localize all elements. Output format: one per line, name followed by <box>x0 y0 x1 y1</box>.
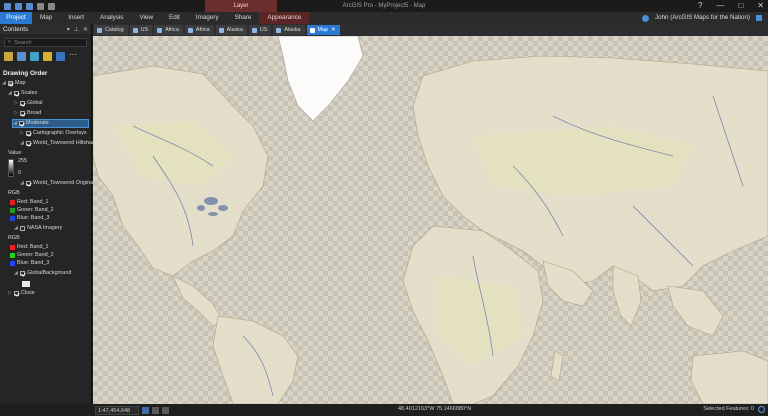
tab-us-1[interactable]: US <box>129 25 153 35</box>
hillshade-ramp <box>8 159 14 177</box>
list-by-editing-icon[interactable] <box>43 52 52 61</box>
layer-context-tab[interactable]: Layer <box>205 0 277 12</box>
south-america-landmass <box>212 315 299 404</box>
map-icon <box>157 27 163 33</box>
tab-alaska-1[interactable]: Alaska <box>215 25 247 35</box>
contents-header: Contents ▾ ⊥ ✕ <box>0 24 91 34</box>
ribbon-tabs: Project Map Insert Analysis View Edit Im… <box>0 12 768 24</box>
refresh-icon[interactable] <box>758 406 765 413</box>
coordinate-readout: 48.4012163°W 75.1466880°N <box>398 406 472 412</box>
tab-us-2[interactable]: US <box>248 25 272 35</box>
dropdown-icon[interactable]: ▾ <box>67 26 70 33</box>
help-icon[interactable]: ? <box>698 1 702 11</box>
tree-item-broad[interactable]: ▷ Broad <box>14 109 41 118</box>
central-america-landmass <box>172 275 224 327</box>
tab-close-icon: ✕ <box>331 27 336 33</box>
map-tabs: Catalog US Africa Africa Alaska US Alask… <box>93 24 768 36</box>
map-icon <box>276 27 282 33</box>
bell-icon[interactable] <box>756 15 762 21</box>
pin-icon[interactable]: ⊥ <box>74 26 79 33</box>
status-bar: 1:47,454,648 48.4012163°W 75.1466880°N S… <box>93 404 768 416</box>
tree-item-close[interactable]: ▷ Close <box>8 289 35 298</box>
search-icon: ⌕ <box>8 39 12 45</box>
tab-africa-2[interactable]: Africa <box>184 25 214 35</box>
window-title: ArcGIS Pro - MyProject5 - Map <box>342 3 426 9</box>
tab-project[interactable]: Project <box>0 12 32 24</box>
map-icon <box>309 27 315 33</box>
search-placeholder: Search <box>14 39 32 46</box>
catalog-icon <box>97 27 102 33</box>
tab-view[interactable]: View <box>131 12 161 24</box>
map-icon <box>187 27 193 33</box>
contents-title: Contents <box>3 25 29 33</box>
tab-share[interactable]: Share <box>227 12 260 24</box>
tree-item-hillshade[interactable]: ◢ World_Townsend Hillshade <box>20 139 98 148</box>
tree-item-global-background[interactable]: ◢ GlobalBackground <box>14 269 71 278</box>
drawing-order-heading: Drawing Order <box>3 70 48 77</box>
tab-map[interactable]: Map ✕ <box>306 25 340 35</box>
navigator-icon[interactable] <box>142 406 149 414</box>
tree-item-map[interactable]: ◢ Map <box>2 79 26 88</box>
tab-imagery[interactable]: Imagery <box>188 12 227 24</box>
contents-status-strip <box>0 404 93 416</box>
tree-item-townsend-original[interactable]: ◢ World_Townsend Original <box>20 179 94 188</box>
band-blue-2: Blue: Band_3 <box>10 259 49 268</box>
australia-landmass <box>690 350 768 404</box>
rotation-icon[interactable] <box>162 406 169 414</box>
tab-appearance[interactable]: Appearance <box>259 12 310 24</box>
account-name: John (ArcGIS Maps for the Nation) <box>655 14 750 21</box>
tab-catalog[interactable]: Catalog <box>94 25 128 35</box>
map-icon <box>218 27 224 33</box>
greenland-landmass <box>277 36 364 122</box>
list-by-labeling-icon[interactable] <box>56 52 65 61</box>
tab-edit[interactable]: Edit <box>161 12 188 24</box>
rgb-label-2: RGB <box>8 235 20 241</box>
tree-item-moderate[interactable]: ◢ Moderate <box>12 119 89 128</box>
map-icon <box>132 27 138 33</box>
southeast-asia-landmass <box>667 285 724 337</box>
minimize-icon[interactable]: — <box>716 1 724 11</box>
map-icon <box>251 27 257 33</box>
list-by-selection-icon[interactable] <box>30 52 39 61</box>
band-blue-1: Blue: Band_3 <box>10 214 49 223</box>
close-icon[interactable]: ✕ <box>757 1 764 11</box>
hillshade-value-low: 0 <box>18 170 21 176</box>
contents-pane: Contents ▾ ⊥ ✕ ⌕ Search ⋯ Drawing Order ◢ M… <box>0 24 98 404</box>
pane-close-icon[interactable]: ✕ <box>83 26 88 33</box>
tree-item-scales[interactable]: ◢ Scales <box>8 89 37 98</box>
user-icon <box>642 14 650 22</box>
contents-search[interactable]: ⌕ Search <box>4 38 87 47</box>
tab-africa-1[interactable]: Africa <box>154 25 183 35</box>
fixed-zoom-icon[interactable] <box>152 406 159 414</box>
more-icon[interactable]: ⋯ <box>69 51 78 61</box>
background-swatch <box>22 279 30 288</box>
tab-insert[interactable]: Insert <box>60 12 92 24</box>
map-view: Catalog US Africa Africa Alaska US Alask… <box>93 24 768 404</box>
rgb-label-1: RGB <box>8 190 20 196</box>
madagascar-landmass <box>550 350 564 382</box>
tree-item-nasa[interactable]: ◢ NASA Imagery <box>14 224 62 233</box>
tree-item-global[interactable]: ▷ Global <box>14 99 43 108</box>
tab-analysis[interactable]: Analysis <box>92 12 131 24</box>
hillshade-value-high: 255 <box>18 158 27 164</box>
tab-alaska-2[interactable]: Alaska <box>273 25 305 35</box>
map-graphic <box>93 36 768 404</box>
account-info[interactable]: John (ArcGIS Maps for the Nation) <box>642 12 762 24</box>
contents-toolbar: ⋯ <box>0 47 91 66</box>
title-bar: ArcGIS Pro - MyProject5 - Map Layer ? — … <box>0 0 768 12</box>
list-by-source-icon[interactable] <box>17 52 26 61</box>
selected-features: Selected Features: 0 <box>703 406 754 412</box>
map-canvas[interactable] <box>93 36 768 404</box>
tree-item-cartographic-overlays[interactable]: ▷ Cartographic Overlays <box>20 129 87 138</box>
scale-input[interactable]: 1:47,454,648 <box>95 405 139 415</box>
tab-map[interactable]: Map <box>32 12 60 24</box>
list-by-drawing-order-icon[interactable] <box>4 52 13 61</box>
window-controls: ? — □ ✕ <box>698 1 764 11</box>
maximize-icon[interactable]: □ <box>738 1 743 11</box>
